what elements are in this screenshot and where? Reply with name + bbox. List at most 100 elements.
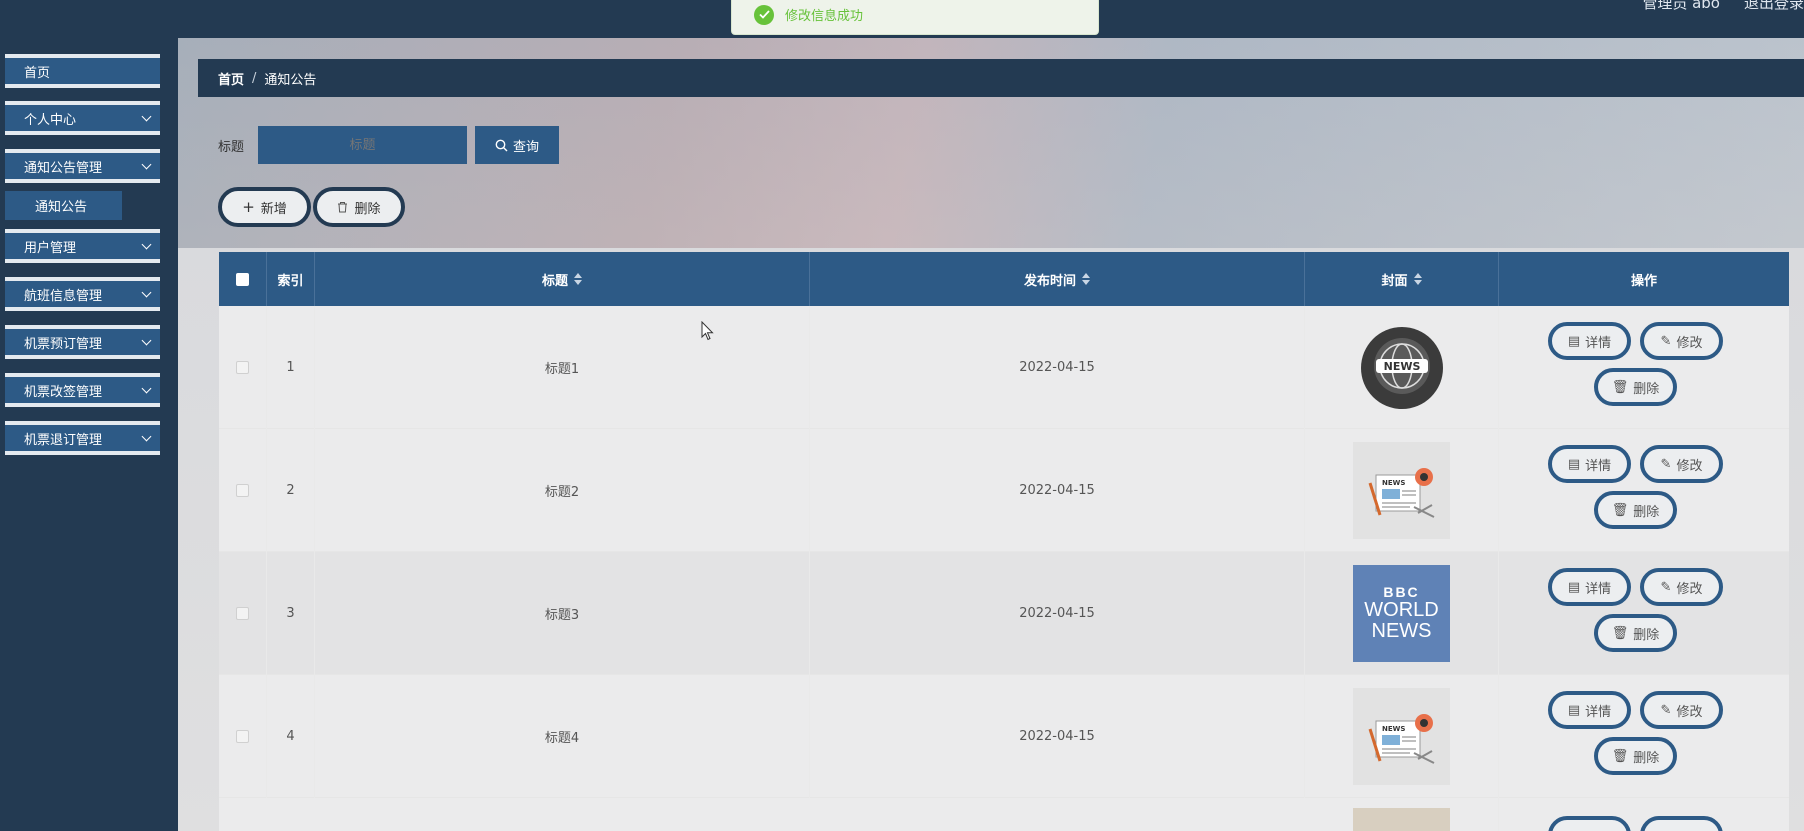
row-ops-cell: ▤ 详情 ✎ 修改 🗑 删除: [1499, 429, 1789, 552]
document-icon: ▤: [1567, 333, 1581, 349]
sidebar-item-flight-management[interactable]: 航班信息管理: [5, 277, 160, 311]
sidebar-subitem-notice[interactable]: 通知公告: [5, 191, 122, 220]
delete-button[interactable]: 🗑 删除: [1594, 368, 1677, 406]
chevron-down-icon: [141, 239, 152, 249]
document-icon: ▤: [1567, 579, 1581, 595]
search-icon: [495, 139, 508, 151]
sidebar-item-label: 航班信息管理: [24, 288, 103, 304]
row-checkbox-cell: [219, 552, 267, 675]
row-checkbox[interactable]: [236, 607, 249, 620]
detail-button[interactable]: [1548, 816, 1631, 831]
edit-button[interactable]: ✎ 修改: [1640, 691, 1723, 729]
toast-message: 修改信息成功: [785, 9, 864, 24]
row-index: 2: [267, 429, 315, 552]
sidebar-item-personal-center[interactable]: 个人中心: [5, 101, 160, 135]
news-globe-icon: NEWS: [1360, 326, 1443, 409]
news-paper-cover[interactable]: NEWS: [1353, 688, 1450, 785]
delete-button[interactable]: 🗑 删除: [1594, 614, 1677, 652]
table-header: 索引 标题 发布时间 封面 操作: [219, 252, 1789, 306]
newspaper-icon: NEWS: [1368, 713, 1434, 764]
chevron-down-icon: [141, 287, 152, 297]
row-cover-cell: [1305, 798, 1499, 831]
news-paper-cover[interactable]: NEWS: [1353, 442, 1450, 539]
title-search-input[interactable]: [258, 126, 467, 164]
detail-button[interactable]: ▤ 详情: [1548, 322, 1631, 360]
check-circle-icon: [754, 4, 774, 25]
sidebar-item-user-management[interactable]: 用户管理: [5, 229, 160, 263]
header-checkbox-cell: [219, 252, 267, 306]
batch-delete-label: 删除: [354, 201, 381, 217]
row-actions: [1499, 798, 1789, 831]
header-date[interactable]: 发布时间: [810, 252, 1305, 306]
breadcrumb-home[interactable]: 首页: [218, 69, 244, 88]
pencil-icon: ✎: [1660, 333, 1672, 349]
search-button[interactable]: 查询: [475, 126, 559, 164]
cover-thumbnail[interactable]: [1353, 808, 1450, 831]
cover-text-line: BBC: [1383, 584, 1420, 601]
row-index: 4: [267, 675, 315, 798]
select-all-checkbox[interactable]: [236, 272, 249, 286]
table-row: 4 标题4 2022-04-15 NEWS ▤ 详情 ✎ 修改 🗑 删除: [219, 675, 1789, 798]
edit-label: 修改: [1676, 704, 1703, 720]
edit-label: 修改: [1676, 335, 1703, 351]
row-checkbox[interactable]: [236, 730, 249, 743]
edit-button[interactable]: ✎ 修改: [1640, 322, 1723, 360]
header-date-label: 发布时间: [1023, 273, 1076, 289]
sort-icon[interactable]: [574, 273, 582, 285]
table-row: 1 标题1 2022-04-15 NEWS ▤ 详情 ✎ 修改 🗑 删除: [219, 306, 1789, 429]
header-title[interactable]: 标题: [315, 252, 810, 306]
edit-button[interactable]: ✎ 修改: [1640, 568, 1723, 606]
row-cover-cell: NEWS: [1305, 675, 1499, 798]
pencil-icon: ✎: [1660, 702, 1672, 718]
detail-button[interactable]: ▤ 详情: [1548, 445, 1631, 483]
pencil-icon: ✎: [1660, 579, 1672, 595]
header-index: 索引: [267, 252, 315, 306]
sidebar-item-change-management[interactable]: 机票改签管理: [5, 373, 160, 407]
header-ops: 操作: [1499, 252, 1789, 306]
delete-label: 删除: [1633, 750, 1660, 766]
sidebar-item-label: 机票预订管理: [24, 336, 103, 352]
detail-button[interactable]: ▤ 详情: [1548, 568, 1631, 606]
row-checkbox-cell: [219, 306, 267, 429]
logout-link[interactable]: 退出登录: [1744, 0, 1804, 13]
news-globe-cover[interactable]: NEWS: [1353, 319, 1450, 416]
header-cover[interactable]: 封面: [1305, 252, 1499, 306]
header-user-area: 管理员 abo 退出登录: [1642, 0, 1804, 13]
row-ops-cell: ▤ 详情 ✎ 修改 🗑 删除: [1499, 675, 1789, 798]
add-button-label: 新增: [260, 201, 287, 217]
delete-button[interactable]: 🗑 删除: [1594, 737, 1677, 775]
sidebar-item-label: 用户管理: [24, 240, 77, 256]
edit-button[interactable]: [1640, 816, 1723, 831]
sort-icon[interactable]: [1413, 273, 1422, 285]
row-index: 1: [267, 306, 315, 429]
row-actions: ▤ 详情 ✎ 修改 🗑 删除: [1499, 429, 1789, 552]
delete-button[interactable]: 🗑 删除: [1594, 491, 1677, 529]
add-button[interactable]: + 新增: [218, 187, 311, 227]
detail-label: 详情: [1585, 581, 1612, 597]
row-date: 2022-04-15: [810, 306, 1305, 429]
sort-icon[interactable]: [1082, 273, 1090, 285]
document-icon: ▤: [1567, 456, 1581, 472]
row-cover-cell: NEWS: [1305, 306, 1499, 429]
row-title: 标题3: [315, 552, 810, 675]
edit-button[interactable]: ✎ 修改: [1640, 445, 1723, 483]
sidebar-item-home[interactable]: 首页: [5, 54, 160, 88]
detail-button[interactable]: ▤ 详情: [1548, 691, 1631, 729]
bbc-world-news-cover[interactable]: BBC WORLD NEWS: [1353, 565, 1450, 662]
success-toast: 修改信息成功: [731, 0, 1099, 35]
document-icon: ▤: [1567, 702, 1581, 718]
plus-icon: +: [242, 198, 255, 216]
row-checkbox[interactable]: [236, 484, 249, 497]
sidebar-item-booking-management[interactable]: 机票预订管理: [5, 325, 160, 359]
detail-label: 详情: [1585, 704, 1612, 720]
row-checkbox-cell: [219, 429, 267, 552]
row-ops-cell: [1499, 798, 1789, 831]
pencil-icon: ✎: [1660, 456, 1672, 472]
user-label: 管理员 abo: [1642, 0, 1720, 12]
batch-delete-button[interactable]: 删除: [313, 187, 405, 227]
sidebar-item-notice-management[interactable]: 通知公告管理: [5, 149, 160, 183]
sidebar-item-refund-management[interactable]: 机票退订管理: [5, 421, 160, 455]
header-title-label: 标题: [541, 273, 568, 289]
row-checkbox[interactable]: [236, 361, 249, 374]
detail-label: 详情: [1585, 335, 1612, 351]
